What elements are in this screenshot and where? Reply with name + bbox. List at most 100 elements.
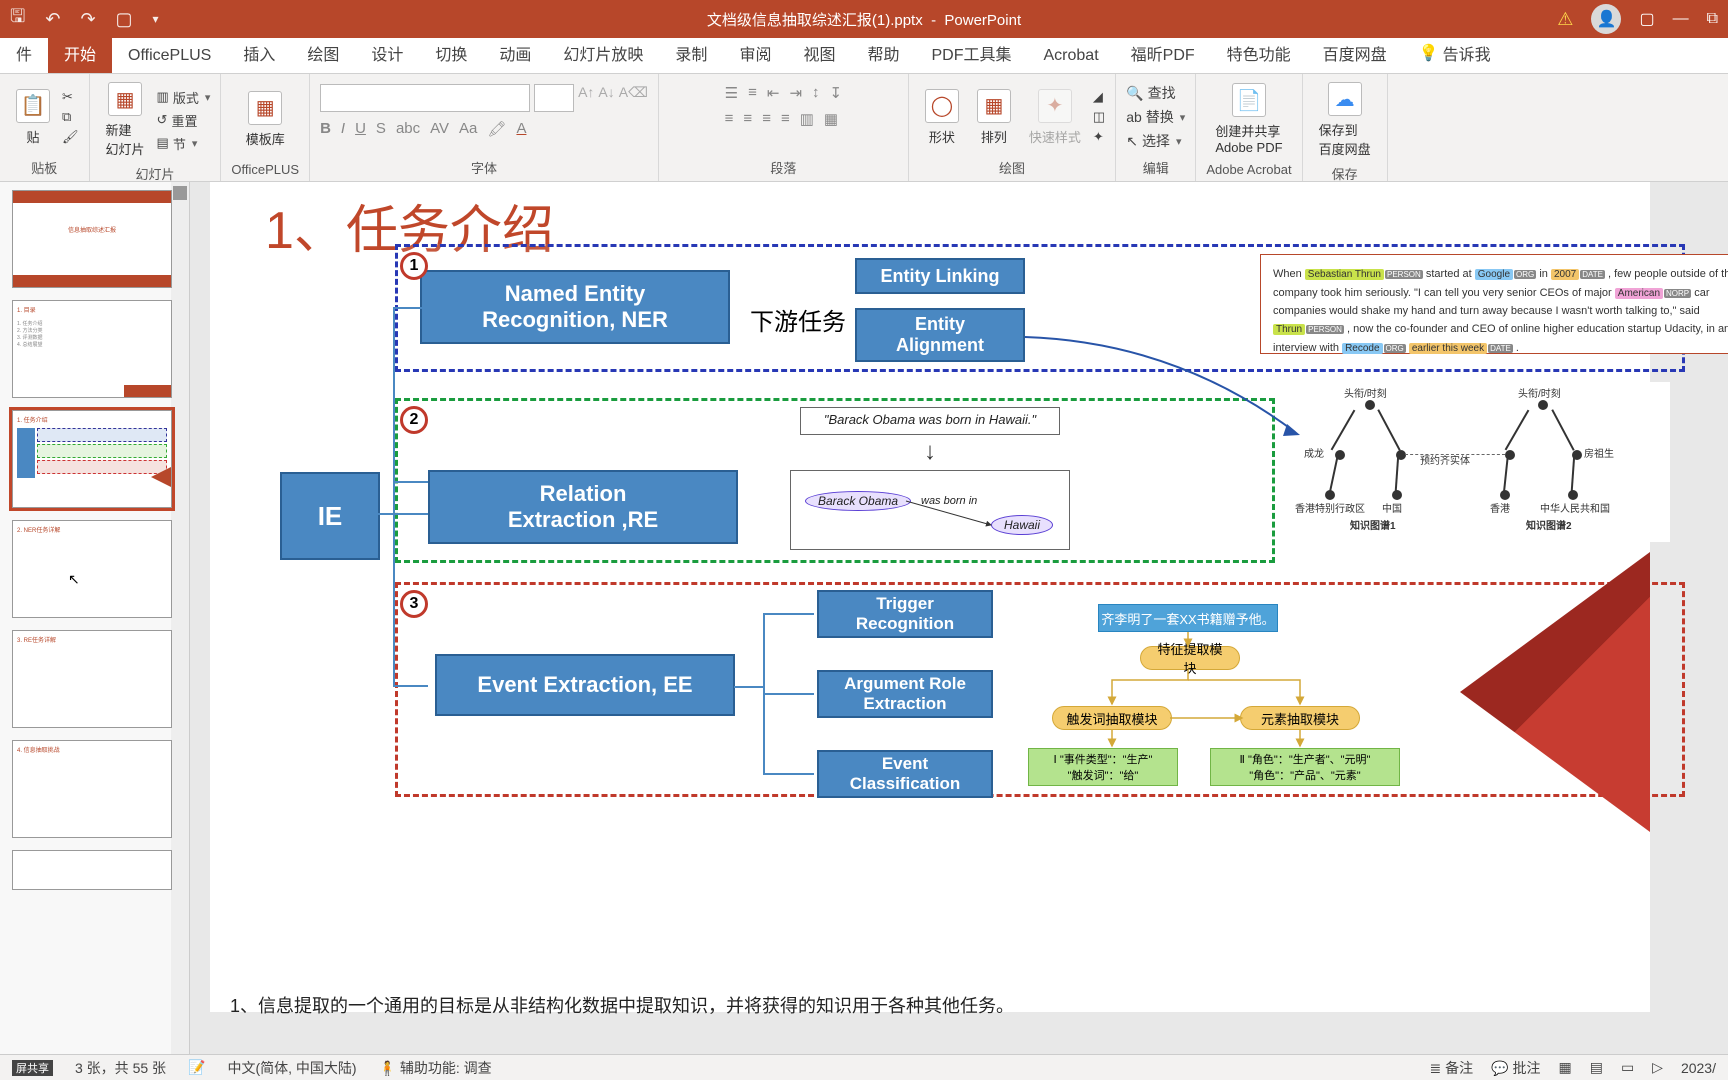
format-painter-button[interactable]: 🖌 — [62, 129, 79, 145]
shape-fill-button[interactable]: ◢ — [1093, 89, 1105, 105]
font-name-input[interactable] — [320, 84, 530, 112]
reset-button[interactable]: ↺重置 — [157, 111, 211, 130]
minimize-icon[interactable]: — — [1673, 10, 1689, 28]
slide-canvas[interactable]: 1、任务介绍 IE 1 Named Entity Recognition, NE… — [210, 182, 1650, 1012]
thumbnail-5[interactable]: 3. RE任务详解 — [12, 630, 172, 728]
slideshow-start-icon[interactable]: ▢ — [116, 9, 133, 30]
tab-help[interactable]: 帮助 — [851, 33, 915, 73]
tab-acrobat[interactable]: Acrobat — [1028, 39, 1115, 73]
thumb-scrollbar[interactable] — [171, 182, 189, 1054]
view-slideshow-icon[interactable]: ▷ — [1652, 1059, 1663, 1076]
layout-button[interactable]: ▥版式▾ — [157, 88, 211, 107]
adobe-pdf-button[interactable]: 📄创建并共享 Adobe PDF — [1209, 79, 1288, 159]
align-right-button[interactable]: ≡ — [762, 110, 771, 128]
indent-dec-button[interactable]: ⇤ — [767, 84, 780, 102]
text-direction-button[interactable]: ↧ — [830, 84, 843, 102]
arrange-button[interactable]: ▦排列 — [971, 85, 1017, 150]
replace-button[interactable]: ab替换▾ — [1126, 105, 1185, 129]
redo-icon[interactable]: ↷ — [80, 9, 95, 30]
status-language[interactable]: 中文(简体, 中国大陆) — [227, 1058, 356, 1078]
tab-transitions[interactable]: 切换 — [419, 33, 483, 73]
scrollbar-up-icon[interactable] — [173, 186, 187, 200]
shadow-button[interactable]: abc — [396, 120, 420, 138]
section-button[interactable]: ▤节▾ — [157, 134, 211, 153]
view-normal-icon[interactable]: ▦ — [1558, 1059, 1571, 1076]
tab-draw[interactable]: 绘图 — [291, 33, 355, 73]
tab-file[interactable]: 件 — [0, 33, 48, 73]
tab-home[interactable]: 开始 — [48, 33, 112, 73]
cut-icon: ✂ — [62, 89, 73, 105]
convert-smartart-button[interactable]: ▦ — [824, 110, 838, 128]
tab-view[interactable]: 视图 — [787, 33, 851, 73]
align-left-button[interactable]: ≡ — [725, 110, 734, 128]
shape-effects-button[interactable]: ✦ — [1093, 129, 1105, 145]
status-screenshare[interactable]: 屏共享 — [12, 1060, 53, 1076]
slide-stage[interactable]: 1、任务介绍 IE 1 Named Entity Recognition, NE… — [190, 182, 1728, 1054]
thumbnail-6[interactable]: 4. 信息抽取挑战 — [12, 740, 172, 838]
maximize-icon[interactable]: ⧉ — [1707, 10, 1718, 28]
case-button[interactable]: Aa — [459, 120, 477, 138]
status-comments-button[interactable]: 💬 批注 — [1491, 1058, 1540, 1078]
justify-button[interactable]: ≡ — [781, 110, 790, 128]
tab-pdftools[interactable]: PDF工具集 — [915, 33, 1027, 73]
clear-format-icon[interactable]: A⌫ — [619, 84, 648, 112]
tab-record[interactable]: 录制 — [659, 33, 723, 73]
title-bar: 🖫 ↶ ↷ ▢ ▾ 文档级信息抽取综述汇报(1).pptx - PowerPoi… — [0, 0, 1728, 38]
highlight-button[interactable]: 🖍 — [487, 120, 506, 138]
tab-insert[interactable]: 插入 — [227, 33, 291, 73]
thumbnail-1[interactable]: 信息抽取综述汇报 — [12, 190, 172, 288]
tab-review[interactable]: 审阅 — [723, 33, 787, 73]
tab-officeplus[interactable]: OfficePLUS — [112, 39, 227, 73]
status-accessibility[interactable]: 🧍 辅助功能: 调查 — [379, 1058, 492, 1078]
qat-more-icon[interactable]: ▾ — [153, 12, 159, 26]
view-sorter-icon[interactable]: ▤ — [1590, 1059, 1603, 1076]
bold-button[interactable]: B — [320, 120, 331, 138]
align-center-button[interactable]: ≡ — [743, 110, 752, 128]
ribbon-display-icon[interactable]: ▢ — [1639, 9, 1654, 29]
indent-inc-button[interactable]: ⇥ — [789, 84, 802, 102]
quickstyle-button[interactable]: ✦快速样式 — [1023, 85, 1087, 150]
strike-button[interactable]: S — [376, 120, 386, 138]
find-button[interactable]: 🔍查找 — [1126, 81, 1185, 105]
grow-font-icon[interactable]: A↑ — [578, 84, 594, 112]
underline-button[interactable]: U — [355, 120, 366, 138]
status-spellcheck-icon[interactable]: 📝 — [188, 1059, 205, 1076]
tab-special[interactable]: 特色功能 — [1211, 33, 1307, 73]
paste-button[interactable]: 📋贴 — [10, 85, 56, 150]
shapes-button[interactable]: ◯形状 — [919, 85, 965, 150]
thumbnail-4[interactable]: 2. NER任务详解↖ — [12, 520, 172, 618]
font-size-input[interactable] — [534, 84, 574, 112]
thumbnail-3[interactable]: 1. 任务介绍 — [12, 410, 172, 508]
status-notes-button[interactable]: ≣ 备注 — [1430, 1058, 1474, 1078]
baidu-save-button[interactable]: ☁保存到 百度网盘 — [1313, 78, 1377, 162]
group-editing: 🔍查找 ab替换▾ ↖选择▾ 编辑 — [1116, 74, 1196, 181]
italic-button[interactable]: I — [341, 120, 345, 138]
shrink-font-icon[interactable]: A↓ — [598, 84, 614, 112]
bullets-button[interactable]: ☰ — [725, 84, 738, 102]
save-icon[interactable]: 🖫 — [10, 4, 25, 34]
tab-baidu[interactable]: 百度网盘 — [1307, 33, 1403, 73]
spacing-button[interactable]: AV — [430, 120, 449, 138]
tab-foxit[interactable]: 福昕PDF — [1115, 33, 1211, 73]
tab-design[interactable]: 设计 — [355, 33, 419, 73]
slide-thumbnails[interactable]: 信息抽取综述汇报 1. 目录1. 任务介绍2. 方法分类3. 评测数据4. 总结… — [0, 182, 190, 1054]
numbering-button[interactable]: ≡ — [748, 84, 757, 102]
thumbnail-7[interactable] — [12, 850, 172, 890]
columns-button[interactable]: ▥ — [800, 110, 814, 128]
new-slide-button[interactable]: ▦新建 幻灯片 — [100, 78, 151, 162]
copy-button[interactable]: ⧉ — [62, 109, 79, 125]
user-avatar[interactable]: 👤 — [1591, 4, 1621, 34]
line-spacing-button[interactable]: ↕ — [812, 84, 820, 102]
cut-button[interactable]: ✂ — [62, 89, 79, 105]
view-reading-icon[interactable]: ▭ — [1621, 1059, 1634, 1076]
undo-icon[interactable]: ↶ — [45, 9, 60, 30]
font-color-button[interactable]: A — [516, 120, 526, 138]
warning-icon[interactable]: ⚠ — [1557, 9, 1573, 30]
tab-slideshow[interactable]: 幻灯片放映 — [547, 33, 659, 73]
shape-outline-button[interactable]: ◫ — [1093, 109, 1105, 125]
tab-animations[interactable]: 动画 — [483, 33, 547, 73]
thumbnail-2[interactable]: 1. 目录1. 任务介绍2. 方法分类3. 评测数据4. 总结展望 — [12, 300, 172, 398]
select-button[interactable]: ↖选择▾ — [1126, 129, 1185, 153]
tab-tellme[interactable]: 💡告诉我 — [1403, 33, 1507, 73]
template-button[interactable]: ▦模板库 — [240, 87, 291, 152]
